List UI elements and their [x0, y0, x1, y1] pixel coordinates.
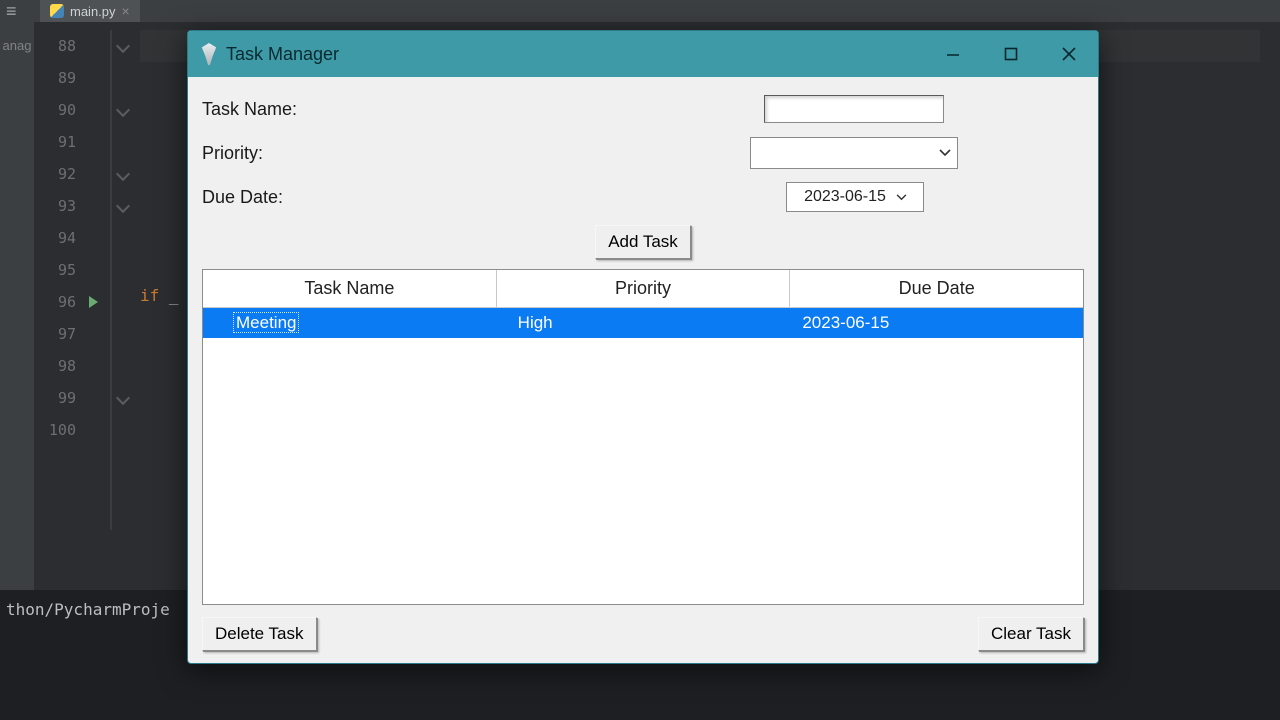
feather-icon [200, 43, 218, 65]
task-grid[interactable]: Task Name Priority Due Date Meeting High… [202, 269, 1084, 605]
col-priority[interactable]: Priority [497, 270, 791, 307]
close-tab-icon[interactable]: × [122, 3, 130, 19]
editor-tab-main[interactable]: main.py × [40, 0, 140, 22]
cell-priority: High [514, 313, 799, 333]
due-date-value: 2023-06-15 [798, 188, 892, 206]
ide-tabbar: ≡ main.py × [0, 0, 1280, 22]
grid-body: Meeting High 2023-06-15 [203, 308, 1083, 604]
due-date-label: Due Date: [202, 187, 283, 208]
table-row[interactable]: Meeting High 2023-06-15 [203, 308, 1083, 338]
cell-task-name: Meeting [203, 313, 514, 333]
task-name-label: Task Name: [202, 99, 297, 120]
clear-task-button[interactable]: Clear Task [978, 617, 1084, 651]
due-date-picker[interactable]: 2023-06-15 [786, 182, 924, 212]
close-button[interactable] [1040, 31, 1098, 77]
hamburger-icon[interactable]: ≡ [0, 2, 40, 20]
chevron-down-icon [116, 391, 130, 405]
delete-task-button[interactable]: Delete Task [202, 617, 317, 651]
chevron-down-icon [116, 39, 130, 53]
python-file-icon [50, 4, 64, 18]
minimize-button[interactable] [924, 31, 982, 77]
col-due-date[interactable]: Due Date [790, 270, 1083, 307]
side-panel-text: anag [0, 38, 34, 53]
add-task-button[interactable]: Add Task [595, 225, 691, 259]
chevron-down-icon [116, 103, 130, 117]
titlebar[interactable]: Task Manager [188, 31, 1098, 77]
editor-tab-label: main.py [70, 4, 116, 19]
fold-markers [118, 30, 128, 446]
maximize-button[interactable] [982, 31, 1040, 77]
chevron-down-icon [892, 188, 912, 206]
chevron-down-icon [933, 144, 957, 162]
priority-label: Priority: [202, 143, 263, 164]
line-gutter: 88 89 90 91 92 93 94 95 96 97 98 99 100 [30, 30, 76, 446]
code-area: if _ [140, 30, 179, 305]
cell-due-date: 2023-06-15 [798, 313, 1083, 333]
priority-combobox[interactable] [750, 137, 958, 169]
window-title: Task Manager [226, 44, 339, 65]
task-manager-window: Task Manager Task Name: Priority: [187, 30, 1099, 664]
chevron-down-icon [116, 199, 130, 213]
grid-header: Task Name Priority Due Date [203, 270, 1083, 308]
task-name-input[interactable] [764, 95, 944, 123]
col-task-name[interactable]: Task Name [203, 270, 497, 307]
chevron-down-icon [116, 167, 130, 181]
